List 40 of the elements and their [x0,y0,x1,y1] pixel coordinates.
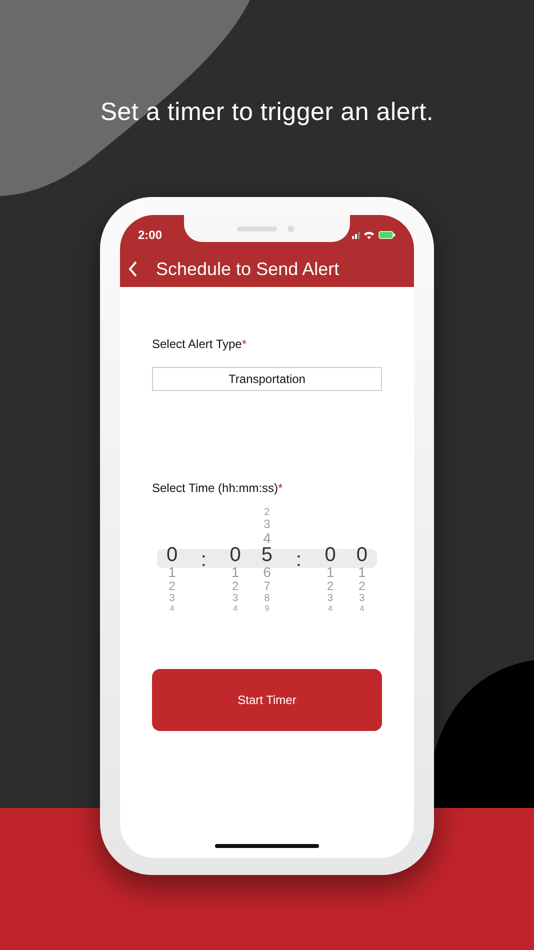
picker-digit[interactable]: 8 [264,593,270,604]
picker-digit[interactable]: 2 [232,580,239,593]
picker-digit[interactable]: 1 [358,565,366,580]
picker-digit[interactable]: 4 [170,604,174,613]
picker-selected-digit[interactable]: 0 [230,546,241,565]
field-label: Select Time (hh:mm:ss)* [152,481,284,495]
picker-digit[interactable]: 4 [233,604,238,613]
picker-digit[interactable]: 4 [360,604,364,613]
picker-digit[interactable]: 2 [168,580,176,593]
picker-selected-digit[interactable]: 0 [166,546,178,565]
picker-digit[interactable]: 2 [326,580,334,593]
picker-digit[interactable]: 2 [358,580,366,593]
picker-digit[interactable]: 4 [263,531,271,546]
screen-title: Schedule to Send Alert [156,258,340,280]
status-time: 2:00 [138,228,162,242]
picker-digit[interactable]: 3 [169,593,175,604]
picker-digit[interactable]: 4 [328,604,332,613]
headline: Set a timer to trigger an alert. [100,98,434,127]
speaker-icon [237,224,297,232]
back-icon[interactable] [128,261,138,277]
picker-digit[interactable]: 3 [328,593,334,604]
alert-type-field[interactable]: Transportation [152,367,382,391]
picker-digit[interactable]: 9 [264,604,270,613]
picker-digit[interactable]: 1 [326,565,334,580]
picker-digit[interactable]: 2 [264,507,270,518]
picker-digit[interactable]: 6 [263,565,271,580]
picker-selected-digit[interactable]: 0 [356,546,368,565]
separator: : [200,551,206,570]
picker-digit[interactable]: 3 [359,593,365,604]
picker-digit[interactable]: 3 [264,518,270,531]
separator: : [296,551,302,570]
status-icons [352,230,396,240]
picker-digit[interactable]: 3 [232,593,238,604]
picker-digit[interactable]: 1 [231,565,240,580]
picker-selected-digit[interactable]: 0 [324,546,336,565]
picker-selected-digit[interactable]: 5 [261,546,273,565]
picker-digit[interactable]: 1 [168,565,176,580]
start-timer-button[interactable]: Start Timer [152,669,382,731]
picker-digit[interactable]: 7 [264,580,270,593]
field-label: Select Alert Type* [152,337,248,351]
